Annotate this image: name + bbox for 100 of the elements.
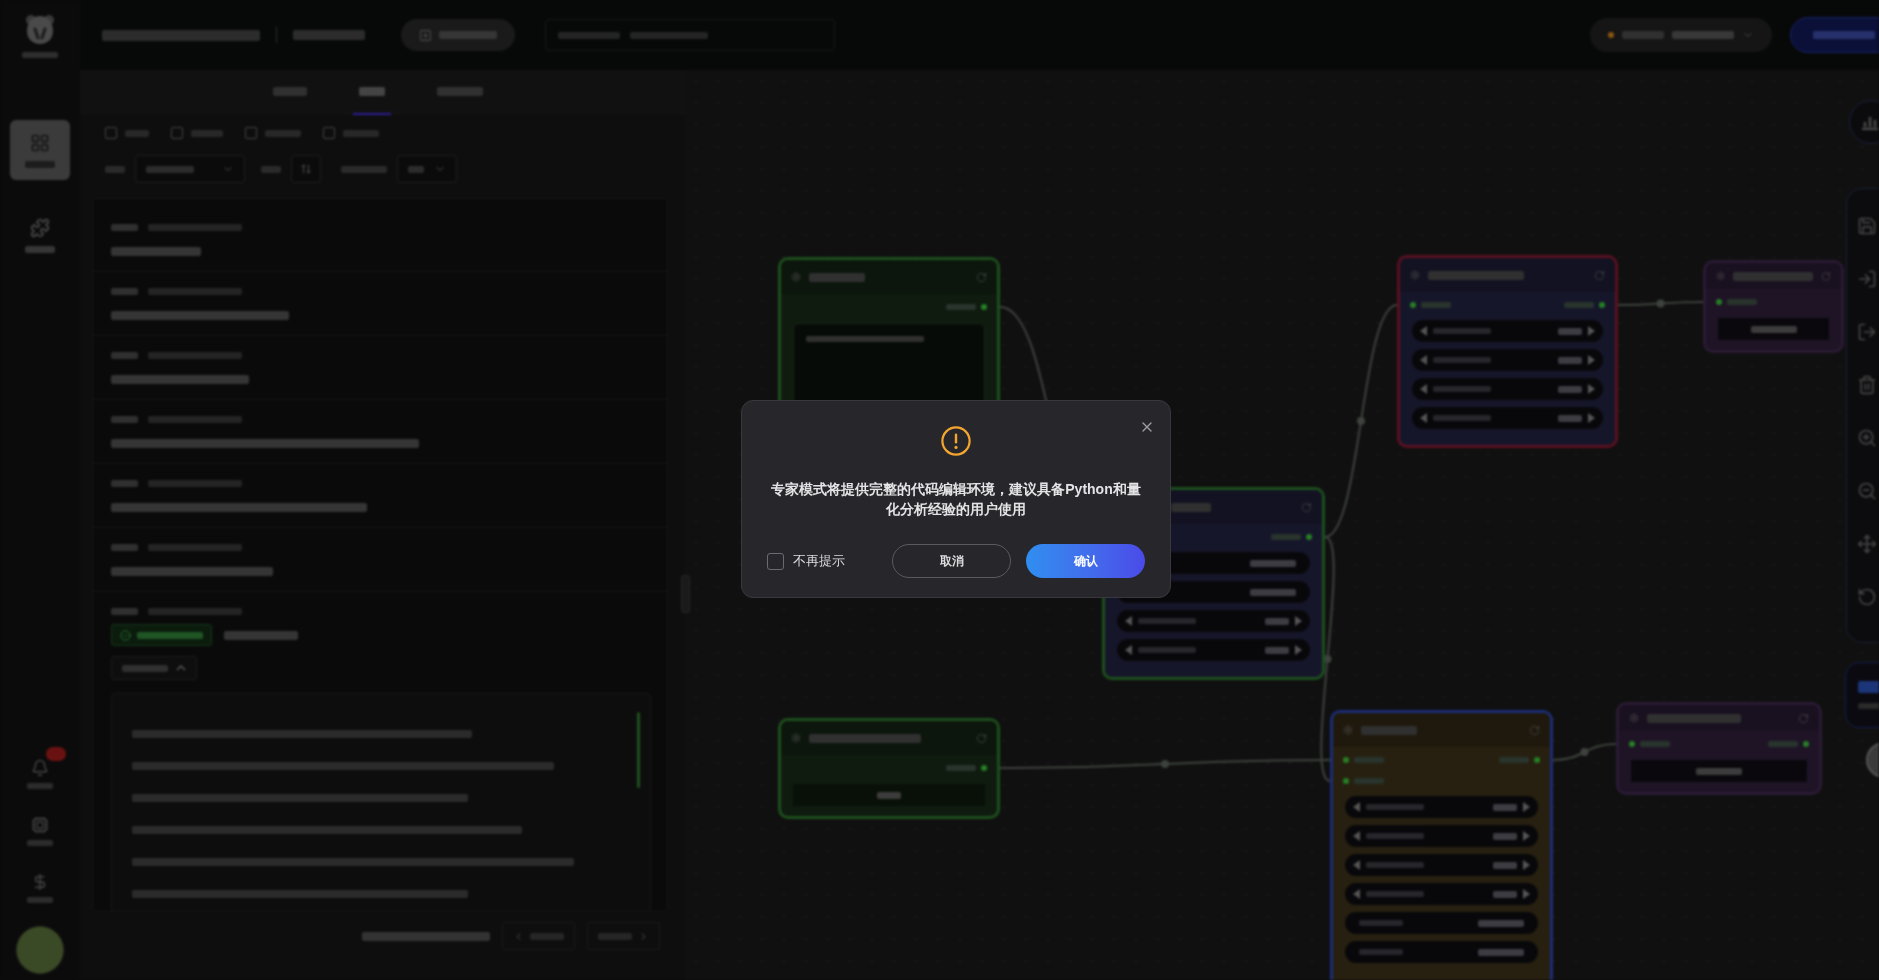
blurred-text-bar <box>558 31 620 39</box>
blurred-text-bar <box>1696 767 1742 775</box>
workflow-node[interactable] <box>778 718 1000 819</box>
zoom-in-icon[interactable] <box>1857 428 1877 448</box>
caret-right-icon[interactable] <box>1523 802 1530 812</box>
arrow-into-bracket-icon[interactable] <box>1857 269 1877 289</box>
stepper-field[interactable] <box>1412 407 1603 429</box>
collapse-details-button[interactable] <box>111 656 197 680</box>
prev-page-button[interactable] <box>502 922 575 950</box>
caret-right-icon[interactable] <box>1588 384 1595 394</box>
save-icon[interactable] <box>1857 216 1877 236</box>
blurred-text-bar <box>111 223 138 231</box>
caret-left-icon[interactable] <box>1353 860 1360 870</box>
connection-wire[interactable] <box>1617 299 1704 308</box>
port-icon[interactable] <box>1599 302 1605 308</box>
port-icon[interactable] <box>1343 757 1349 763</box>
stepper-field[interactable] <box>1345 796 1538 818</box>
connection-wire[interactable] <box>999 759 1331 769</box>
caret-left-icon[interactable] <box>1353 831 1360 841</box>
connection-wire[interactable] <box>1320 536 1335 782</box>
caret-right-icon[interactable] <box>1588 413 1595 423</box>
move-icon[interactable] <box>1857 534 1877 554</box>
port-icon[interactable] <box>1306 534 1312 540</box>
avatar-icon[interactable] <box>16 926 64 974</box>
zoom-out-icon[interactable] <box>1857 481 1877 501</box>
blurred-text-bar <box>1858 703 1879 709</box>
run-workflow-button[interactable] <box>1790 17 1879 53</box>
sort-button[interactable] <box>291 155 321 183</box>
plan-selector[interactable] <box>1590 18 1772 52</box>
port-icon[interactable] <box>1410 302 1416 308</box>
gear-icon <box>791 272 801 282</box>
node-action-button[interactable] <box>793 784 985 806</box>
caret-right-icon[interactable] <box>1588 326 1595 336</box>
blurred-text-bar <box>946 765 976 771</box>
trash-icon[interactable] <box>1857 375 1877 395</box>
cancel-button[interactable]: 取消 <box>892 544 1011 578</box>
stepper-field[interactable] <box>1345 825 1538 847</box>
port-icon[interactable] <box>1343 778 1349 784</box>
node-action-button[interactable] <box>1631 760 1807 782</box>
blurred-text-bar <box>22 52 58 58</box>
caret-right-icon[interactable] <box>1295 645 1302 655</box>
caret-left-icon[interactable] <box>1420 384 1427 394</box>
workflow-node[interactable] <box>1397 255 1618 448</box>
port-icon[interactable] <box>1716 299 1722 305</box>
blurred-text-bar <box>1499 757 1529 763</box>
blurred-text-bar <box>1478 919 1524 927</box>
checkbox[interactable] <box>767 552 784 570</box>
stepper-field[interactable] <box>1412 378 1603 400</box>
caret-right-icon[interactable] <box>1523 831 1530 841</box>
blurred-text-bar <box>598 932 632 940</box>
confirm-button[interactable]: 确认 <box>1026 544 1145 578</box>
grid-icon <box>30 132 50 153</box>
caret-left-icon[interactable] <box>1353 889 1360 899</box>
node-select[interactable] <box>135 155 245 183</box>
sidebar-item[interactable] <box>10 120 70 180</box>
node-action-button[interactable] <box>1718 318 1829 340</box>
workflow-node[interactable] <box>1703 260 1844 353</box>
workflow-name-field[interactable] <box>545 19 835 51</box>
refresh-icon[interactable] <box>976 732 987 744</box>
scrollbar-thumb[interactable] <box>637 712 640 788</box>
caret-left-icon[interactable] <box>1420 355 1427 365</box>
caret-right-icon[interactable] <box>1523 889 1530 899</box>
caret-right-icon[interactable] <box>1295 616 1302 626</box>
blurred-text-bar <box>1493 861 1517 869</box>
next-page-button[interactable] <box>587 922 660 950</box>
blurred-text-bar <box>809 272 865 282</box>
counterclockwise-arrow-icon[interactable] <box>1857 587 1877 607</box>
stepper-field[interactable] <box>1117 639 1310 661</box>
refresh-icon[interactable] <box>1529 724 1540 736</box>
port-icon[interactable] <box>1629 741 1635 747</box>
blurred-text-bar <box>1558 414 1582 422</box>
page-size-select[interactable] <box>397 155 457 183</box>
add-icon <box>419 28 432 42</box>
blurred-text-bar <box>439 31 497 39</box>
caret-right-icon[interactable] <box>1523 860 1530 870</box>
caret-left-icon[interactable] <box>1125 616 1132 626</box>
workflow-node[interactable] <box>1616 702 1822 795</box>
connection-wire[interactable] <box>1552 743 1617 761</box>
caret-left-icon[interactable] <box>1125 645 1132 655</box>
stepper-field[interactable] <box>1345 854 1538 876</box>
stepper-field[interactable] <box>1412 349 1603 371</box>
port-icon[interactable] <box>981 765 987 771</box>
create-workflow-button[interactable] <box>401 19 515 51</box>
port-icon[interactable] <box>981 304 987 310</box>
port-icon[interactable] <box>1803 741 1809 747</box>
caret-left-icon[interactable] <box>1353 802 1360 812</box>
input-field[interactable] <box>1345 912 1538 934</box>
port-icon[interactable] <box>1534 757 1540 763</box>
blurred-text-bar <box>408 165 424 173</box>
stepper-field[interactable] <box>1412 320 1603 342</box>
caret-left-icon[interactable] <box>1420 326 1427 336</box>
workflow-node[interactable] <box>1330 710 1553 980</box>
caret-right-icon[interactable] <box>1588 355 1595 365</box>
refresh-icon[interactable] <box>976 271 987 283</box>
blurred-text-bar <box>946 304 976 310</box>
stepper-field[interactable] <box>1117 610 1310 632</box>
caret-left-icon[interactable] <box>1420 413 1427 423</box>
input-field[interactable] <box>1345 941 1538 963</box>
blurred-text-bar <box>1558 327 1582 335</box>
stepper-field[interactable] <box>1345 883 1538 905</box>
